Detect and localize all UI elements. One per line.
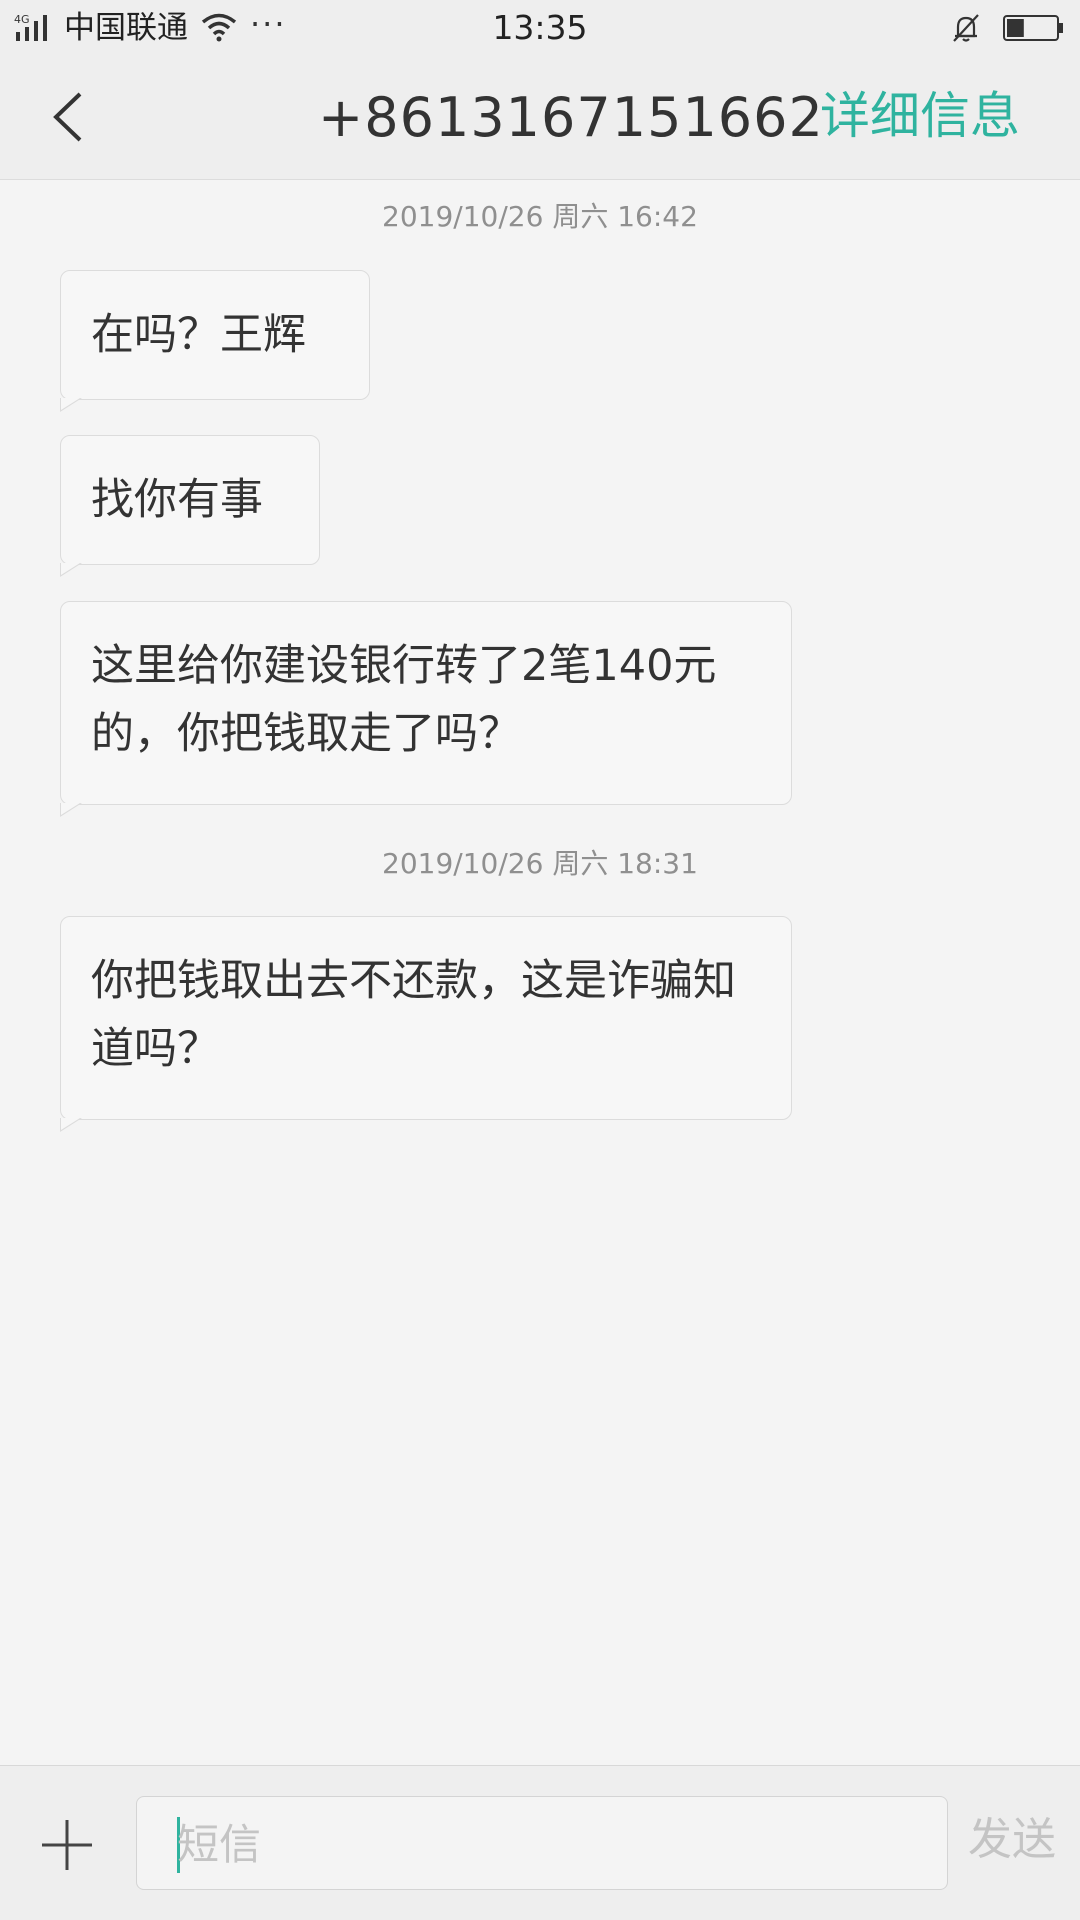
status-clock: 13:35 [492,8,588,47]
message-timestamp: 2019/10/26 周六 16:42 [382,200,698,233]
message-bubble[interactable]: 你把钱取出去不还款，这是诈骗知道吗？ [60,916,792,1132]
mute-bell-icon [953,14,979,42]
message-timestamp: 2019/10/26 周六 18:31 [382,847,698,880]
message-bubble[interactable]: 找你有事 [60,435,320,577]
message-text: 你把钱取出去不还款，这是诈骗知道吗？ [91,956,736,1074]
message-input[interactable]: 短信 [136,1796,948,1890]
status-bar: 4G 中国联通 ··· 13:35 [0,0,1080,56]
sms-conversation-screen: 4G 中国联通 ··· 13:35 +8613167151662 详细信息 20… [0,0,1080,1920]
message-bubble[interactable]: 这里给你建设银行转了2笔140元的，你把钱取走了吗？ [60,601,792,817]
message-text: 找你有事 [91,475,263,525]
message-text: 在吗？王辉 [91,310,306,360]
contact-phone-number: +8613167151662 [318,86,824,149]
plus-icon[interactable] [38,1816,96,1874]
message-bubble[interactable]: 在吗？王辉 [60,270,370,412]
battery-icon [1003,15,1063,41]
message-text: 这里给你建设银行转了2笔140元的，你把钱取走了吗？ [91,641,717,759]
conversation-header: +8613167151662 详细信息 [0,56,1080,180]
battery-level-fill [1007,19,1024,37]
input-placeholder: 短信 [177,1820,262,1869]
send-button[interactable]: 发送 [968,1808,1056,1872]
message-composer: 短信 发送 [0,1765,1080,1920]
back-chevron-icon[interactable] [40,82,100,152]
details-button[interactable]: 详细信息 [820,84,1020,148]
